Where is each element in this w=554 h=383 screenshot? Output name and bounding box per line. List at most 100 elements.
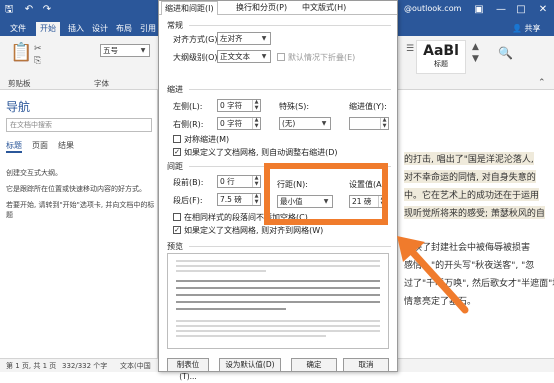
left-indent-value: 0 字符 [220,101,243,110]
font-group-label: 字体 [94,79,109,88]
space-after-value: 7.5 磅 [220,195,242,204]
outline-level-label: 大纲级别(O): [173,53,221,62]
word-count[interactable]: 332/332 个字 [62,361,107,371]
copy-icon[interactable]: ⎘ [34,56,41,66]
cut-icon[interactable]: ✂ [34,44,42,54]
font-size-select[interactable]: 五号 ▼ [100,44,150,57]
preview-box [167,253,389,349]
cancel-button[interactable]: 取消 [343,358,389,372]
chevron-down-icon: ▼ [261,35,267,42]
tabs-button[interactable]: 制表位(T)... [167,358,209,381]
redo-icon[interactable]: ↷ [40,3,54,17]
minimize-icon[interactable]: — [494,3,508,17]
tab-home[interactable]: 开始 [36,22,60,36]
preview-line [176,325,380,327]
spinner-arrows-icon[interactable]: ▲ ▼ [380,117,388,129]
divider [189,89,391,90]
nav-paragraph: 创建交互式大纲。 [6,169,62,177]
section-general: 常规 [167,21,183,30]
tab-insert[interactable]: 插入 [64,22,88,36]
document-page[interactable] [398,90,554,358]
scroll-up-icon[interactable]: ▲ [472,42,479,52]
outline-level-value: 正文文本 [220,52,250,61]
divider [189,246,391,247]
dialog-tabs: 缩进和间距(I) 换行和分页(P) 中文版式(H) [159,1,397,15]
scroll-down-icon[interactable]: ▼ [472,54,479,64]
share-icon: 👤 [512,24,522,33]
nav-tab-pages[interactable]: 页面 [32,140,48,151]
style-heading[interactable]: AaBl 标题 [416,40,466,74]
snap-to-grid-checkbox[interactable]: ✓ [173,226,181,234]
close-icon[interactable]: ✕ [536,3,550,17]
mirror-indent-label: 对称缩进(M) [184,135,230,144]
preview-line [176,265,380,267]
spinner-arrows-icon[interactable]: ▲ ▼ [252,193,260,205]
tab-design[interactable]: 设计 [88,22,112,36]
undo-icon[interactable]: ↶ [22,3,36,17]
space-before-spinner[interactable]: 0 行 ▲ ▼ [217,175,261,188]
set-default-button[interactable]: 设为默认值(D) [219,358,281,372]
space-after-spinner[interactable]: 7.5 磅 ▲ ▼ [217,193,261,206]
navigation-pane: 导航 在文档中搜索 标题 页面 结果 创建交互式大纲。 它是跟踪所在位置或快速移… [0,90,158,358]
outline-level-select[interactable]: 正文文本 ▼ [217,50,271,63]
auto-right-indent-label: 如果定义了文档网格, 则自动调整右缩进(D) [184,148,338,157]
find-icon[interactable]: 🔍 [498,46,513,60]
special-value: (无) [282,119,296,128]
maximize-icon[interactable]: □ [514,3,528,17]
nav-paragraph: 它是跟踪所在位置或快速移动内容的好方式。 [6,185,146,193]
spinner-arrows-icon[interactable]: ▲ ▼ [252,117,260,129]
preview-line [176,320,380,322]
left-indent-label: 左侧(L): [173,102,203,111]
paste-icon[interactable]: 📋 [10,42,32,63]
collapse-checkbox[interactable] [277,53,285,61]
nav-tab-headings[interactable]: 标题 [6,140,22,153]
nav-tab-results[interactable]: 结果 [58,140,74,151]
nav-search-input[interactable]: 在文档中搜索 [6,118,152,132]
chevron-down-icon: ▼ [140,47,146,54]
format-icon[interactable]: ☰ [406,44,414,54]
special-select[interactable]: (无) ▼ [279,117,331,130]
spinner-arrows-icon[interactable]: ▲ ▼ [252,99,260,111]
tab-asian-typography[interactable]: 中文版式(H) [299,1,349,15]
nav-paragraph: 若要开始, 请转到"开始"选项卡, 并向文档中的标题 [6,201,155,219]
spinner-arrows-icon[interactable]: ▲ ▼ [252,175,260,187]
doc-line: 对不幸命运的同情, 对自身失意的 [404,170,536,183]
share-label: 共享 [524,24,541,33]
snap-to-grid-label: 如果定义了文档网格, 则对齐到网格(W) [184,226,324,235]
chevron-down-icon: ▼ [321,120,327,127]
tab-indents-spacing[interactable]: 缩进和间距(I) [161,1,218,15]
nav-title: 导航 [6,100,31,114]
ok-button[interactable]: 确定 [291,358,337,372]
space-before-value: 0 行 [220,177,235,186]
auto-right-indent-checkbox[interactable]: ✓ [173,148,181,156]
section-indent: 缩进 [167,85,183,94]
save-icon[interactable]: 🖫 [2,3,16,17]
left-indent-spinner[interactable]: 0 字符 ▲ ▼ [217,99,261,112]
tab-layout[interactable]: 布局 [112,22,136,36]
chevron-down-icon: ▼ [261,53,267,60]
language-status[interactable]: 文本(中国 [120,361,151,371]
preview-line [176,270,266,272]
doc-line: 的打击, 唱出了"国是洋泥沦落人, [404,152,534,165]
doc-line: 现听觉所将来的感受; 萧瑟秋风的自 [404,206,545,219]
divider [189,25,391,26]
ribbon-display-icon[interactable]: ▣ [472,3,486,17]
share-button[interactable]: 👤 共享 [508,22,545,36]
collapse-ribbon-icon[interactable]: ⌃ [538,78,546,88]
section-spacing: 间距 [167,162,183,171]
mirror-indent-checkbox[interactable] [173,135,181,143]
preview-line [176,330,380,332]
tab-file[interactable]: 文件 [6,22,30,36]
indent-by-spinner[interactable]: ▲ ▼ [349,117,389,130]
account-email[interactable]: @outlook.com [404,4,461,13]
preview-line [176,301,380,303]
tab-references[interactable]: 引用 [136,22,160,36]
no-space-same-style-checkbox[interactable] [173,213,181,221]
alignment-select[interactable]: 左对齐 ▼ [217,32,271,45]
preview-line [176,280,380,282]
preview-line [176,287,380,289]
tab-line-page-breaks[interactable]: 换行和分页(P) [233,1,290,15]
section-preview: 预览 [167,242,183,251]
right-indent-spinner[interactable]: 0 字符 ▲ ▼ [217,117,261,130]
page-count[interactable]: 第 1 页, 共 1 页 [6,361,56,371]
